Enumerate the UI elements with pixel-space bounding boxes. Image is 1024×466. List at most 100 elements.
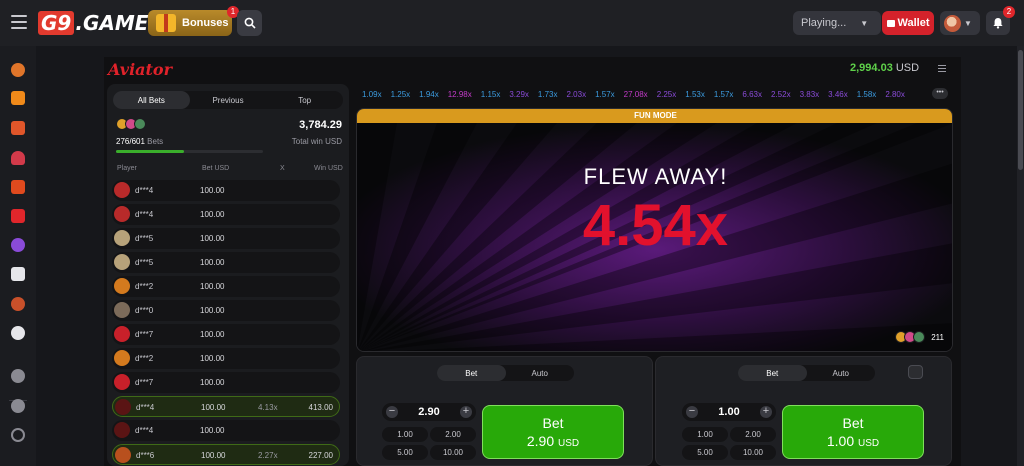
bet-button-label: Bet xyxy=(842,415,864,431)
sidebar-sports-icon[interactable] xyxy=(11,297,25,311)
balance-currency: USD xyxy=(895,62,920,74)
quick-amount-button[interactable]: 2.00 xyxy=(730,427,776,442)
sidebar-hot-icon[interactable] xyxy=(11,151,25,165)
page-scrollbar[interactable] xyxy=(1017,46,1024,466)
tab-auto[interactable]: Auto xyxy=(807,365,876,381)
quick-amount-button[interactable]: 2.00 xyxy=(430,427,476,442)
column-x: X xyxy=(280,165,285,172)
bettor-avatars xyxy=(116,118,146,130)
sidebar-casino-icon[interactable] xyxy=(11,121,25,135)
bell-icon xyxy=(993,18,1003,29)
bet-row: d***7 100.00 xyxy=(112,324,340,345)
remove-bet-panel-button[interactable] xyxy=(908,365,923,379)
avatar xyxy=(913,331,926,343)
history-multiplier[interactable]: 1.57x xyxy=(714,90,734,99)
tab-bet[interactable]: Bet xyxy=(437,365,506,381)
wallet-button[interactable]: Wallet xyxy=(882,11,934,35)
history-icon[interactable] xyxy=(11,399,25,413)
playing-indicator[interactable]: Playing... ▼ xyxy=(793,11,881,35)
increase-button[interactable]: + xyxy=(760,406,772,418)
history-multiplier[interactable]: 2.03x xyxy=(567,90,587,99)
sidebar-cards-icon[interactable] xyxy=(11,267,25,281)
sidebar-search-icon[interactable] xyxy=(11,428,25,442)
player-avatar xyxy=(114,326,130,342)
history-multiplier[interactable]: 2.25x xyxy=(657,90,677,99)
sidebar-promo-icon[interactable] xyxy=(11,63,25,77)
search-button[interactable] xyxy=(237,10,262,36)
bet-amount: 100.00 xyxy=(201,403,226,412)
tab-bet[interactable]: Bet xyxy=(738,365,807,381)
history-multiplier[interactable]: 1.25x xyxy=(391,90,411,99)
player-name: d***7 xyxy=(135,330,154,339)
history-multiplier[interactable]: 3.46x xyxy=(828,90,848,99)
bets-count: 276/601 Bets xyxy=(116,137,163,146)
tab-previous[interactable]: Previous xyxy=(190,91,267,109)
place-bet-button[interactable]: Bet 1.00 USD xyxy=(782,405,924,459)
history-multiplier[interactable]: 6.63x xyxy=(742,90,762,99)
player-name: d***4 xyxy=(135,426,154,435)
quick-amount-button[interactable]: 5.00 xyxy=(382,445,428,460)
site-logo[interactable]: G9 .GAME xyxy=(38,11,148,35)
bets-tabs: All Bets Previous Top xyxy=(113,91,343,109)
game-menu-icon[interactable] xyxy=(938,65,946,72)
history-multiplier[interactable]: 1.09x xyxy=(362,90,382,99)
favorites-icon[interactable] xyxy=(11,369,25,383)
wallet-icon xyxy=(886,19,895,27)
history-multiplier[interactable]: 3.29x xyxy=(509,90,529,99)
quick-amount-button[interactable]: 10.00 xyxy=(430,445,476,460)
logo-mark: G9 xyxy=(38,11,75,35)
history-multiplier[interactable]: 27.08x xyxy=(624,90,648,99)
bets-progress-fill xyxy=(116,150,184,153)
cashout-multiplier: 2.27x xyxy=(258,451,278,460)
history-multiplier[interactable]: 1.94x xyxy=(419,90,439,99)
history-multiplier[interactable]: 1.53x xyxy=(685,90,705,99)
player-avatar xyxy=(114,278,130,294)
sidebar-live-icon[interactable] xyxy=(11,209,25,223)
total-win-label: Total win USD xyxy=(291,137,342,146)
profile-button[interactable]: ▼ xyxy=(940,11,980,35)
history-multiplier[interactable]: 1.15x xyxy=(481,90,501,99)
bet-amount: 100.00 xyxy=(200,282,225,291)
player-name: d***5 xyxy=(135,258,154,267)
history-multiplier[interactable]: 2.80x xyxy=(885,90,905,99)
tab-auto[interactable]: Auto xyxy=(506,365,575,381)
increase-button[interactable]: + xyxy=(460,406,472,418)
quick-amount-button[interactable]: 1.00 xyxy=(382,427,428,442)
sidebar-games-icon[interactable] xyxy=(11,238,25,252)
menu-icon[interactable] xyxy=(11,15,27,29)
bet-button-amount: 1.00 xyxy=(826,433,855,449)
bet-amount: 100.00 xyxy=(201,451,226,460)
bet-mode-tabs: Bet Auto xyxy=(738,365,875,381)
history-more-button[interactable]: ••• xyxy=(932,88,948,99)
multiplier-history: 1.09x 1.25x 1.94x 12.98x 1.15x 3.29x 1.73x 2.03… xyxy=(362,90,905,99)
place-bet-button[interactable]: Bet 2.90 USD xyxy=(482,405,624,459)
bonuses-button[interactable]: Bonuses xyxy=(148,10,232,36)
decrease-button[interactable]: − xyxy=(386,406,398,418)
chevron-down-icon: ▼ xyxy=(860,18,869,28)
quick-amount-button[interactable]: 5.00 xyxy=(682,445,728,460)
win-amount: 227.00 xyxy=(308,451,333,460)
player-name: d***4 xyxy=(136,403,155,412)
sidebar-home-icon[interactable] xyxy=(11,91,25,105)
tab-top[interactable]: Top xyxy=(266,91,343,109)
scrollbar-thumb[interactable] xyxy=(1018,50,1023,170)
bet-row: d***4 100.00 xyxy=(112,420,340,441)
history-multiplier[interactable]: 2.52x xyxy=(771,90,791,99)
sidebar xyxy=(0,46,36,466)
history-multiplier[interactable]: 3.83x xyxy=(800,90,820,99)
bets-count-value: 276/601 xyxy=(116,137,145,146)
sidebar-football-icon[interactable] xyxy=(11,326,25,340)
quick-amount-button[interactable]: 1.00 xyxy=(682,427,728,442)
quick-amount-button[interactable]: 10.00 xyxy=(730,445,776,460)
history-multiplier[interactable]: 1.58x xyxy=(857,90,877,99)
history-multiplier[interactable]: 1.57x xyxy=(595,90,615,99)
tab-all-bets[interactable]: All Bets xyxy=(113,91,190,109)
history-multiplier[interactable]: 12.98x xyxy=(448,90,472,99)
bet-amount: 100.00 xyxy=(200,258,225,267)
history-multiplier[interactable]: 1.73x xyxy=(538,90,558,99)
decrease-button[interactable]: − xyxy=(686,406,698,418)
player-avatar xyxy=(114,230,130,246)
balance-value: 2,994.03 xyxy=(850,62,893,74)
sidebar-slots-icon[interactable] xyxy=(11,180,25,194)
player-avatar xyxy=(114,422,130,438)
